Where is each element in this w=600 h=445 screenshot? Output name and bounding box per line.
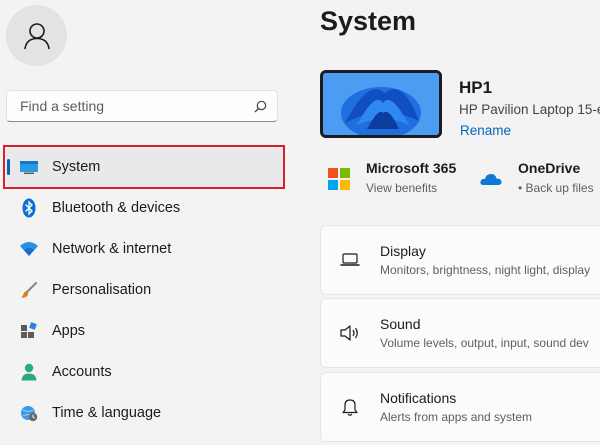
sidebar-item-bluetooth-devices[interactable]: Bluetooth & devices [6,188,284,228]
sidebar-item-label: Apps [52,323,86,339]
sidebar-item-apps[interactable]: Apps [6,311,284,351]
device-thumbnail[interactable] [320,70,442,138]
promo-title: OneDrive [518,160,581,176]
settings-card-display[interactable]: Display Monitors, brightness, night ligh… [320,225,600,295]
device-model: HP Pavilion Laptop 15-e [459,102,600,117]
windows-bloom-wallpaper-icon [323,73,439,135]
sidebar-item-system[interactable]: System [6,147,284,187]
promo-microsoft-365[interactable]: Microsoft 365 View benefits [328,160,456,195]
promo-title: Microsoft 365 [366,160,457,176]
sidebar-item-label: Personalisation [52,282,152,298]
person-icon [18,361,40,383]
sidebar-item-network-internet[interactable]: Network & internet [6,229,284,269]
bell-icon [339,396,361,418]
card-subtitle: Alerts from apps and system [380,410,533,424]
settings-card-sound[interactable]: Sound Volume levels, output, input, soun… [320,298,600,368]
promo-subtitle: • Back up files [518,181,594,195]
wifi-icon [18,238,40,260]
settings-card-notifications[interactable]: Notifications Alerts from apps and syste… [320,372,600,442]
speaker-icon [339,322,361,344]
page-title: System [320,6,417,36]
microsoft-logo-icon [328,168,350,190]
card-subtitle: Volume levels, output, input, sound dev [380,336,589,350]
monitor-icon [18,156,40,178]
sidebar-item-label: System [52,159,101,175]
sidebar-item-time-language[interactable]: Time & language [6,393,284,433]
sidebar-item-label: Bluetooth & devices [52,200,181,216]
card-title: Display [380,243,426,259]
promo-onedrive[interactable]: OneDrive • Back up files [480,160,594,195]
search-icon[interactable] [254,100,267,113]
user-avatar[interactable] [6,5,67,66]
rename-link[interactable]: Rename [460,123,511,138]
apps-icon [18,320,40,342]
sidebar-item-label: Time & language [52,405,162,421]
search-box[interactable] [6,90,278,122]
sidebar-item-label: Accounts [52,364,112,380]
bluetooth-icon [18,197,40,219]
card-title: Notifications [380,390,457,406]
onedrive-cloud-icon [480,174,502,185]
sidebar-item-label: Network & internet [52,241,172,257]
sidebar-item-personalisation[interactable]: Personalisation [6,270,284,310]
globe-clock-icon [18,402,40,424]
sidebar-item-accounts[interactable]: Accounts [6,352,284,392]
promo-subtitle: View benefits [366,181,438,195]
laptop-icon [339,249,361,271]
device-name: HP1 [459,78,493,97]
card-title: Sound [380,316,421,332]
card-subtitle: Monitors, brightness, night light, displ… [380,263,591,277]
person-icon [23,22,50,49]
paintbrush-icon [18,279,40,301]
search-input[interactable] [18,97,254,115]
